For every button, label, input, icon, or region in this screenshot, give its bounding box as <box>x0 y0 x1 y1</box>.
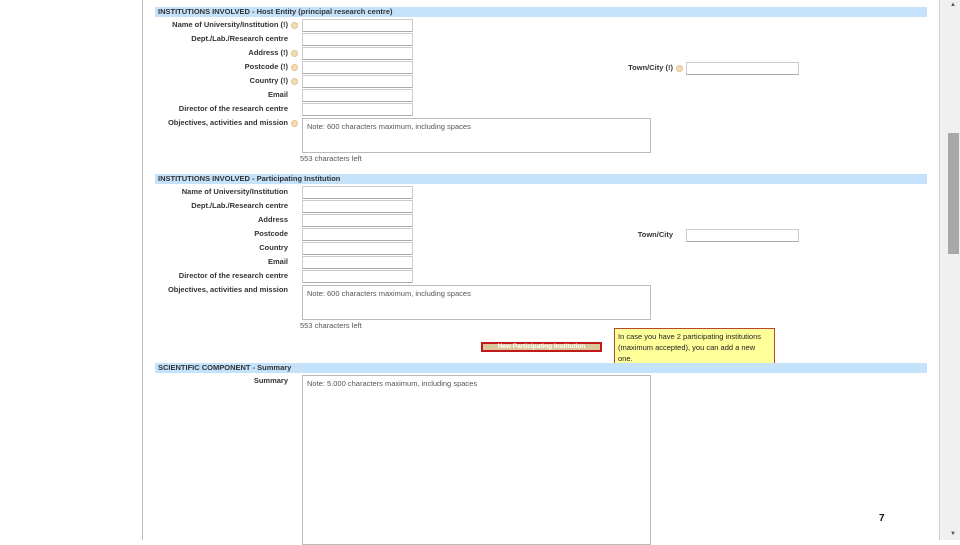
field-label: Dept./Lab./Research centre <box>191 201 288 210</box>
text-input[interactable] <box>302 61 413 74</box>
text-input[interactable] <box>302 75 413 88</box>
scrollbar[interactable] <box>940 0 960 540</box>
section-header-summary: SCIENTIFIC COMPONENT - Summary <box>155 363 927 373</box>
field-label: Director of the research centre <box>178 271 288 280</box>
summary-label: Summary <box>253 376 288 385</box>
text-input[interactable] <box>302 19 413 32</box>
field-label: Address <box>257 215 288 224</box>
field-label: Name of University/Institution (!) <box>172 20 288 29</box>
text-input[interactable] <box>302 228 413 241</box>
text-input[interactable] <box>302 256 413 269</box>
text-input[interactable] <box>302 242 413 255</box>
new-participating-institution-button[interactable]: New Participating Institution <box>481 342 602 352</box>
help-icon[interactable] <box>291 78 298 85</box>
section-header: INSTITUTIONS INVOLVED - Host Entity (pri… <box>155 7 927 17</box>
town-city-input[interactable] <box>686 62 799 75</box>
scrollbar-thumb[interactable] <box>948 133 959 254</box>
objectives-textarea[interactable]: Note: 600 characters maximum, including … <box>302 285 651 320</box>
text-input[interactable] <box>302 89 413 102</box>
field-label: Postcode (!) <box>244 62 288 71</box>
town-city-label: Town/City <box>637 230 673 239</box>
objectives-textarea[interactable]: Note: 600 characters maximum, including … <box>302 118 651 153</box>
summary-textarea[interactable]: Note: 5.000 characters maximum, includin… <box>302 375 651 545</box>
town-city-input[interactable] <box>686 229 799 242</box>
scroll-down-icon[interactable]: ▼ <box>950 531 956 537</box>
town-city-label: Town/City (!) <box>628 63 673 72</box>
text-input[interactable] <box>302 33 413 46</box>
section-header: INSTITUTIONS INVOLVED - Participating In… <box>155 174 927 184</box>
text-input[interactable] <box>302 186 413 199</box>
page-number: 7 <box>879 513 885 524</box>
help-icon[interactable] <box>291 64 298 71</box>
field-label: Director of the research centre <box>178 104 288 113</box>
text-input[interactable] <box>302 103 413 116</box>
field-label: Country (!) <box>249 76 288 85</box>
help-icon[interactable] <box>291 120 298 127</box>
chars-left: 553 characters left <box>300 321 362 330</box>
tooltip: In case you have 2 participating institu… <box>614 328 775 367</box>
field-label: Country <box>259 243 288 252</box>
help-icon[interactable] <box>291 22 298 29</box>
field-label: Email <box>267 90 288 99</box>
objectives-label: Objectives, activities and mission <box>167 285 288 294</box>
help-icon[interactable] <box>676 65 683 72</box>
field-label: Postcode <box>254 229 288 238</box>
text-input[interactable] <box>302 214 413 227</box>
text-input[interactable] <box>302 200 413 213</box>
text-input[interactable] <box>302 47 413 60</box>
field-label: Email <box>267 257 288 266</box>
scroll-up-icon[interactable]: ▲ <box>950 2 956 8</box>
chars-left: 553 characters left <box>300 154 362 163</box>
field-label: Address (!) <box>248 48 288 57</box>
field-label: Name of University/Institution <box>181 187 288 196</box>
text-input[interactable] <box>302 270 413 283</box>
objectives-label: Objectives, activities and mission <box>167 118 288 127</box>
help-icon[interactable] <box>291 50 298 57</box>
field-label: Dept./Lab./Research centre <box>191 34 288 43</box>
